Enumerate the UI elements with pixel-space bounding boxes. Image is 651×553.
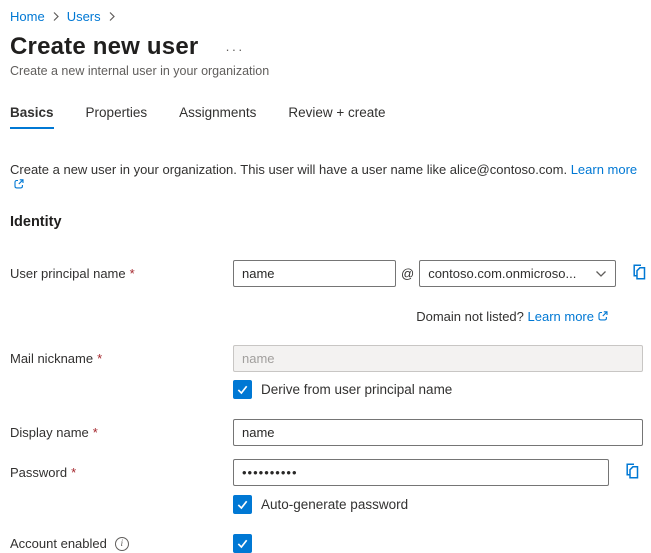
domain-note: Domain not listed? Learn more	[233, 309, 609, 325]
display-name-label: Display name *	[10, 425, 233, 440]
copy-icon	[622, 461, 642, 484]
password-label: Password *	[10, 465, 233, 480]
account-enabled-label: Account enabled i	[10, 536, 233, 551]
identity-section-title: Identity	[10, 214, 651, 230]
breadcrumb-home-link[interactable]: Home	[10, 9, 45, 24]
tab-basics[interactable]: Basics	[10, 105, 54, 129]
mail-nickname-input[interactable]	[233, 345, 643, 372]
domain-dropdown-value: contoso.com.onmicroso...	[428, 266, 589, 281]
intro-text: Create a new user in your organization. …	[10, 162, 651, 193]
derive-checkbox-label: Derive from user principal name	[261, 382, 452, 397]
page-subtitle: Create a new internal user in your organ…	[10, 64, 651, 78]
password-label-text: Password	[10, 465, 67, 480]
tab-assignments[interactable]: Assignments	[179, 105, 256, 129]
at-sign: @	[401, 266, 414, 281]
external-link-icon	[597, 310, 609, 325]
domain-learn-more-link[interactable]: Learn more	[528, 309, 594, 324]
upn-label-text: User principal name	[10, 266, 126, 281]
domain-note-text: Domain not listed?	[416, 309, 524, 324]
password-input[interactable]	[233, 459, 609, 486]
autogen-password-checkbox-label: Auto-generate password	[261, 497, 408, 512]
required-asterisk: *	[71, 465, 76, 480]
domain-dropdown[interactable]: contoso.com.onmicroso...	[419, 260, 616, 287]
intro-learn-more-link[interactable]: Learn more	[571, 162, 637, 177]
account-enabled-checkbox[interactable]	[233, 534, 252, 553]
tab-properties[interactable]: Properties	[86, 105, 148, 129]
breadcrumb-chevron-icon	[108, 11, 116, 22]
breadcrumb: Home Users	[10, 0, 651, 24]
display-name-input[interactable]	[233, 419, 643, 446]
derive-checkbox[interactable]	[233, 380, 252, 399]
required-asterisk: *	[130, 266, 135, 281]
copy-upn-button[interactable]	[629, 262, 649, 285]
display-name-label-text: Display name	[10, 425, 89, 440]
mail-nickname-label: Mail nickname *	[10, 351, 233, 366]
required-asterisk: *	[97, 351, 102, 366]
info-icon[interactable]: i	[115, 537, 129, 551]
breadcrumb-chevron-icon	[52, 11, 60, 22]
external-link-icon	[13, 178, 25, 193]
required-asterisk: *	[93, 425, 98, 440]
create-new-user-page: Home Users Create new user ··· Create a …	[0, 0, 651, 546]
mail-nickname-label-text: Mail nickname	[10, 351, 93, 366]
upn-input[interactable]	[233, 260, 396, 287]
account-enabled-label-text: Account enabled	[10, 536, 107, 551]
copy-icon	[629, 262, 649, 285]
breadcrumb-users-link[interactable]: Users	[67, 9, 101, 24]
page-title: Create new user	[10, 33, 198, 61]
intro-sentence: Create a new user in your organization. …	[10, 162, 567, 177]
wizard-tabs: Basics Properties Assignments Review + c…	[10, 105, 651, 129]
copy-password-button[interactable]	[622, 461, 642, 484]
more-actions-button[interactable]: ···	[225, 45, 244, 55]
upn-label: User principal name *	[10, 266, 233, 281]
autogen-password-checkbox[interactable]	[233, 495, 252, 514]
tab-review-create[interactable]: Review + create	[288, 105, 385, 129]
chevron-down-icon	[595, 270, 607, 278]
